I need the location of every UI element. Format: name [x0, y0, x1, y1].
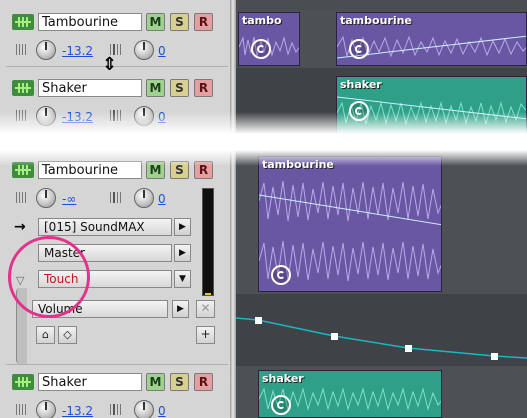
solo-button[interactable]: S	[170, 161, 189, 179]
volume-envelope[interactable]	[236, 294, 527, 366]
clip-title: tambourine	[262, 158, 334, 171]
track-name-field[interactable]: Shaker	[38, 373, 142, 391]
track-header-shaker[interactable]: Shaker M S R -13.2 0	[6, 76, 228, 132]
pan-knob[interactable]	[134, 40, 154, 60]
audio-clip[interactable]: shaker	[336, 76, 527, 134]
level-meter	[202, 188, 214, 296]
track-separator	[6, 364, 228, 365]
track-header-shaker[interactable]: Shaker M S R -13.2 0	[6, 370, 228, 418]
loop-icon[interactable]	[349, 39, 369, 59]
pan-value[interactable]: 0	[158, 192, 166, 206]
volume-icon	[16, 44, 30, 55]
loop-icon[interactable]	[271, 395, 291, 415]
eraser-icon[interactable]: ◇	[58, 326, 77, 344]
volume-value[interactable]: -13.2	[62, 110, 93, 124]
solo-button[interactable]: S	[170, 13, 189, 31]
volume-knob[interactable]	[36, 40, 56, 60]
record-button[interactable]: R	[194, 13, 213, 31]
track-name-field[interactable]: Shaker	[38, 79, 142, 97]
solo-button[interactable]: S	[170, 373, 189, 391]
input-menu-button[interactable]: ▶	[174, 218, 191, 236]
pan-knob[interactable]	[134, 106, 154, 126]
top-panel: Tambourine M S R -13.2 0 ⇕ Shaker M S R …	[0, 0, 527, 134]
clip-pane-bottom[interactable]: tambourine shaker	[236, 150, 527, 418]
clip-pane-top[interactable]: tambo tambourine shaker	[236, 0, 527, 134]
volume-icon	[16, 404, 30, 415]
track-pane-top: Tambourine M S R -13.2 0 ⇕ Shaker M S R …	[0, 0, 230, 134]
mute-button[interactable]: M	[146, 373, 165, 391]
volume-value[interactable]: -13.2	[62, 404, 93, 418]
loop-icon[interactable]	[271, 265, 291, 285]
envelope-menu-button[interactable]: ▶	[172, 300, 189, 318]
audio-clip[interactable]: tambourine	[258, 156, 442, 292]
volume-icon	[16, 192, 30, 203]
automation-mode-dropdown[interactable]: ▼	[174, 270, 191, 288]
remove-envelope-button[interactable]: ✕	[196, 300, 215, 318]
input-select[interactable]: [015] SoundMAX	[38, 218, 172, 236]
arrow-right-icon: →	[14, 219, 26, 235]
pan-value[interactable]: 0	[158, 404, 166, 418]
volume-value[interactable]: -∞	[62, 192, 76, 206]
eq-icon[interactable]	[12, 80, 34, 96]
loop-icon[interactable]	[349, 101, 369, 121]
pan-knob[interactable]	[134, 188, 154, 208]
eq-icon[interactable]	[12, 162, 34, 178]
volume-value[interactable]: -13.2	[62, 44, 93, 58]
pan-value[interactable]: 0	[158, 110, 166, 124]
envelope-node[interactable]	[491, 353, 498, 360]
pan-icon	[108, 192, 124, 203]
meter-peak	[205, 293, 211, 295]
pan-icon	[108, 404, 124, 415]
envelope-node[interactable]	[331, 333, 338, 340]
volume-knob[interactable]	[36, 188, 56, 208]
volume-knob[interactable]	[36, 106, 56, 126]
record-button[interactable]: R	[194, 161, 213, 179]
envelope-node[interactable]	[405, 345, 412, 352]
record-button[interactable]: R	[194, 79, 213, 97]
mute-button[interactable]: M	[146, 13, 165, 31]
volume-knob[interactable]	[36, 400, 56, 418]
clip-title: tambo	[242, 14, 282, 27]
track-name-field[interactable]: Tambourine	[38, 13, 142, 31]
lock-icon[interactable]: ⌂	[36, 326, 55, 344]
record-button[interactable]: R	[194, 373, 213, 391]
mute-button[interactable]: M	[146, 161, 165, 179]
eq-icon[interactable]	[12, 14, 34, 30]
pan-value[interactable]: 0	[158, 44, 166, 58]
add-envelope-button[interactable]: +	[196, 326, 215, 344]
solo-button[interactable]: S	[170, 79, 189, 97]
audio-clip[interactable]: shaker	[258, 370, 442, 418]
clip-title: shaker	[340, 78, 382, 91]
pan-icon	[108, 110, 124, 121]
audio-clip[interactable]: tambourine	[336, 12, 527, 66]
resize-cursor-icon: ⇕	[102, 54, 118, 75]
loop-icon[interactable]	[251, 39, 271, 59]
track-name-field[interactable]: Tambourine	[38, 161, 142, 179]
pan-knob[interactable]	[134, 400, 154, 418]
envelope-node[interactable]	[255, 317, 262, 324]
audio-clip[interactable]: tambo	[238, 12, 300, 66]
mute-button[interactable]: M	[146, 79, 165, 97]
clip-title: tambourine	[340, 14, 412, 27]
output-menu-button[interactable]: ▶	[174, 244, 191, 262]
eq-icon[interactable]	[12, 374, 34, 390]
volume-icon	[16, 110, 30, 121]
annotation-highlight-circle	[8, 236, 90, 318]
